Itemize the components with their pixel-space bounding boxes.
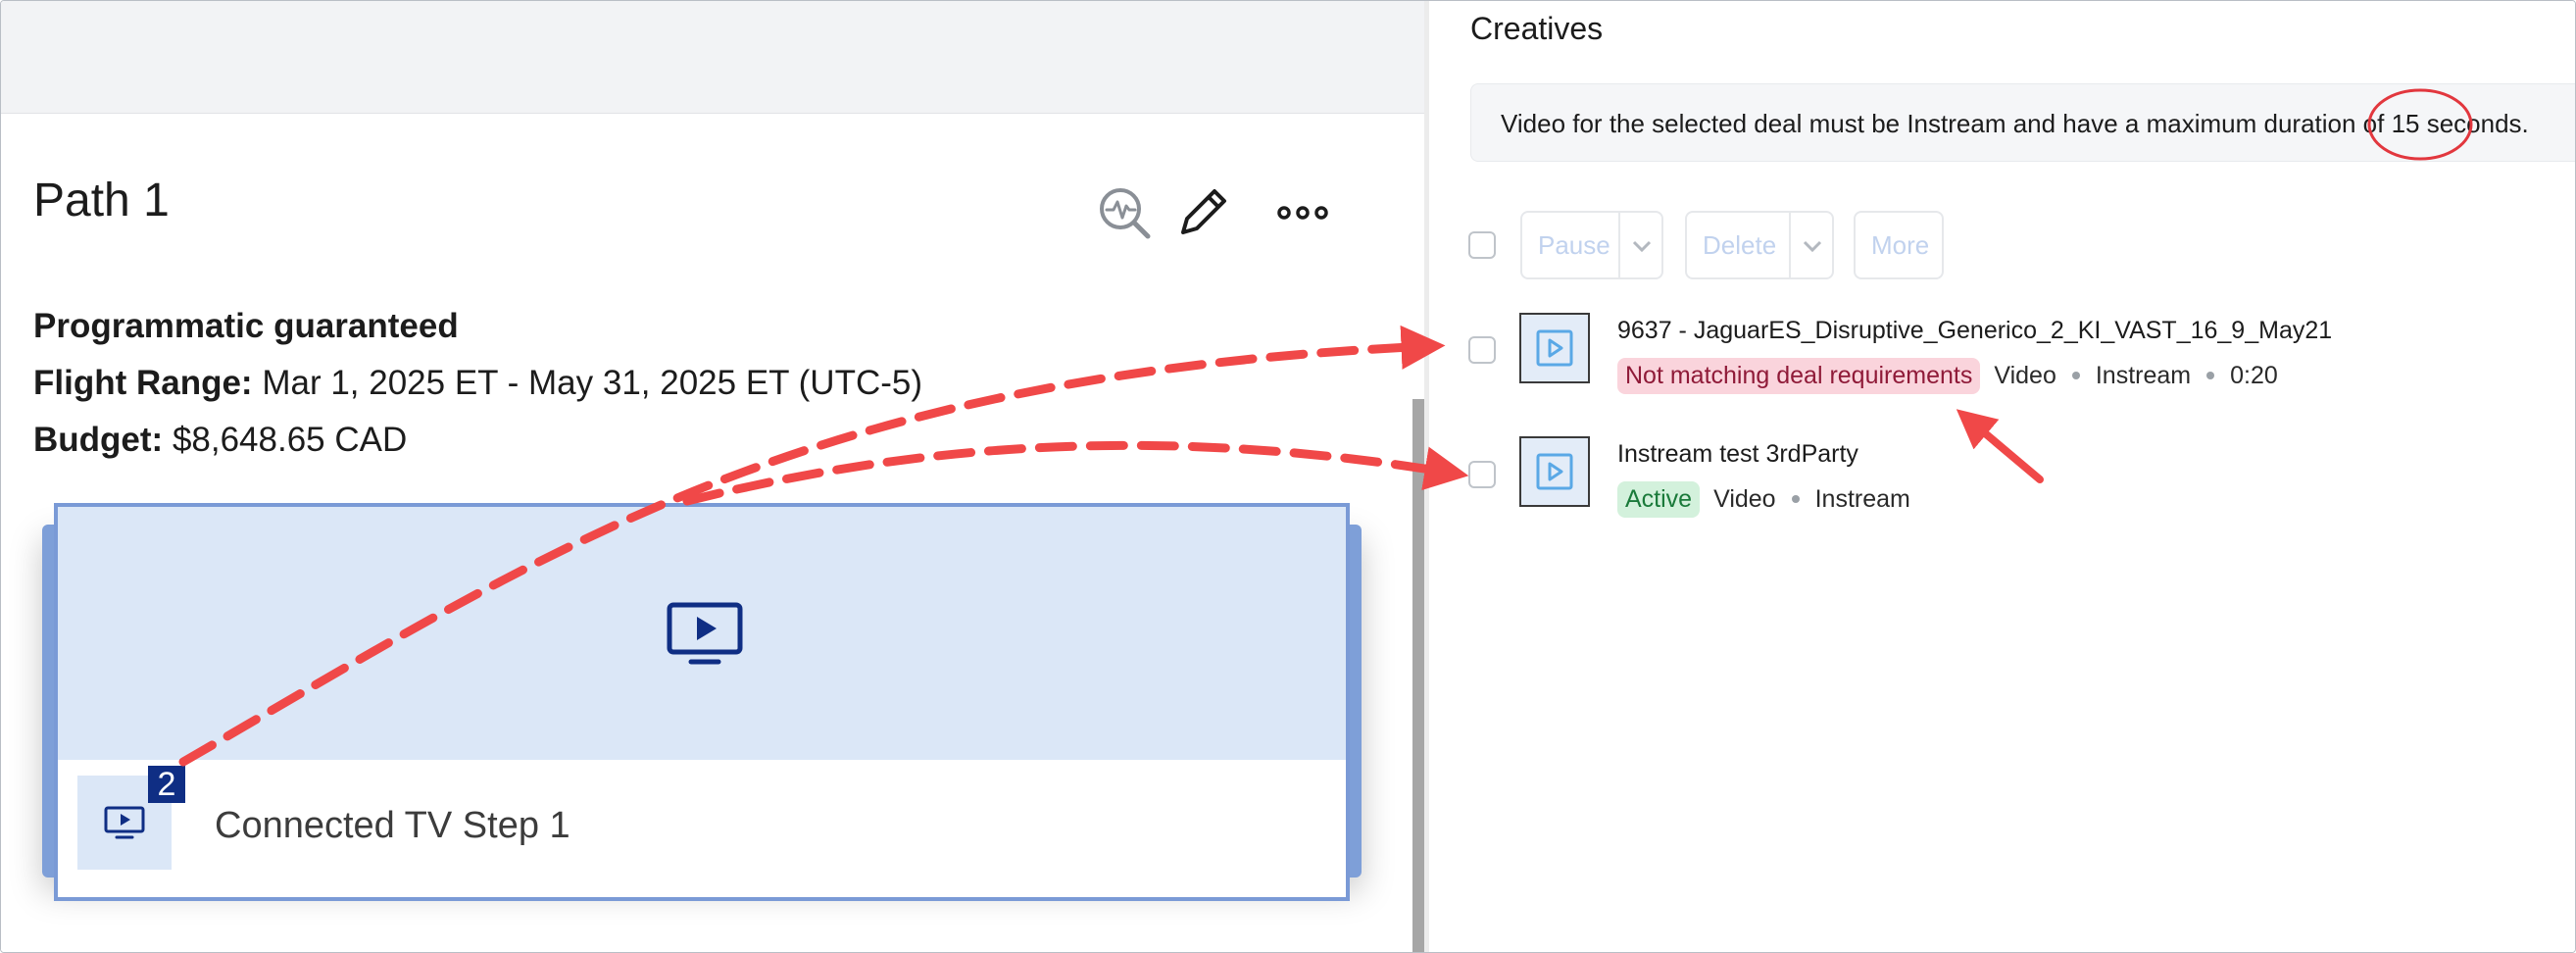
tv-play-icon (667, 602, 743, 665)
more-icon[interactable] (1273, 183, 1332, 242)
delete-label: Delete (1703, 230, 1777, 260)
step-card[interactable]: 2 Connected TV Step 1 (54, 503, 1350, 901)
budget-value: $8,648.65 CAD (172, 421, 408, 459)
deal-requirements-notice: Video for the selected deal must be Inst… (1470, 83, 2575, 162)
creative-format: Video (1994, 361, 2056, 389)
creatives-panel: Creatives Video for the selected deal mu… (1429, 1, 2575, 952)
header-strip (1, 1, 1424, 114)
creatives-title: Creatives (1470, 11, 1604, 46)
separator-dot (2206, 372, 2215, 379)
creative-meta: Not matching deal requirements Video Ins… (1617, 354, 2278, 397)
chevron-down-icon[interactable] (1799, 232, 1826, 260)
deal-type: Programmatic guaranteed (33, 307, 459, 345)
status-badge: Active (1617, 480, 1701, 518)
creative-duration: 0:20 (2230, 361, 2278, 389)
creative-placement: Instream (2095, 361, 2192, 389)
more-label: More (1871, 230, 1930, 260)
creative-checkbox[interactable] (1468, 461, 1496, 488)
pause-label: Pause (1538, 230, 1610, 260)
creative-format: Video (1713, 484, 1776, 513)
flight-range-label: Flight Range: (33, 364, 253, 402)
more-button[interactable]: More (1854, 211, 1944, 279)
delete-button[interactable]: Delete (1685, 211, 1834, 279)
status-badge: Not matching deal requirements (1617, 357, 1981, 394)
scrollbar[interactable] (1412, 399, 1424, 952)
creative-meta: Active Video Instream (1617, 477, 1910, 521)
tv-play-icon (104, 806, 145, 839)
creative-thumbnail[interactable] (1519, 313, 1590, 383)
edit-icon[interactable] (1173, 183, 1232, 242)
step-count-badge: 2 (148, 766, 185, 803)
button-separator (1618, 213, 1620, 277)
creative-thumbnail[interactable] (1519, 436, 1590, 507)
pause-button[interactable]: Pause (1520, 211, 1663, 279)
path-title: Path 1 (33, 175, 170, 226)
video-play-icon (1536, 329, 1573, 367)
path-panel: Path 1 Programmatic guaranteed Flight Ra… (1, 1, 1424, 952)
creative-name[interactable]: 9637 - JaguarES_Disruptive_Generico_2_KI… (1617, 317, 2332, 345)
chevron-down-icon[interactable] (1628, 232, 1656, 260)
select-all-checkbox[interactable] (1468, 231, 1496, 259)
button-separator (1789, 213, 1791, 277)
screenshot-frame: Path 1 Programmatic guaranteed Flight Ra… (0, 0, 2576, 953)
separator-dot (2071, 372, 2080, 379)
flight-range: Flight Range: Mar 1, 2025 ET - May 31, 2… (33, 364, 922, 403)
creative-placement: Instream (1814, 484, 1910, 513)
budget-label: Budget: (33, 421, 164, 459)
notice-text: Video for the selected deal must be Inst… (1501, 109, 2529, 138)
creative-checkbox[interactable] (1468, 336, 1496, 364)
card-preview (58, 507, 1346, 760)
monitor-icon[interactable] (1095, 183, 1154, 242)
creative-name[interactable]: Instream test 3rdParty (1617, 440, 1858, 469)
separator-dot (1791, 495, 1800, 503)
video-play-icon (1536, 453, 1573, 490)
budget: Budget: $8,648.65 CAD (33, 421, 407, 460)
step-label: Connected TV Step 1 (215, 805, 570, 846)
flight-range-value: Mar 1, 2025 ET - May 31, 2025 ET (UTC-5) (262, 364, 923, 402)
